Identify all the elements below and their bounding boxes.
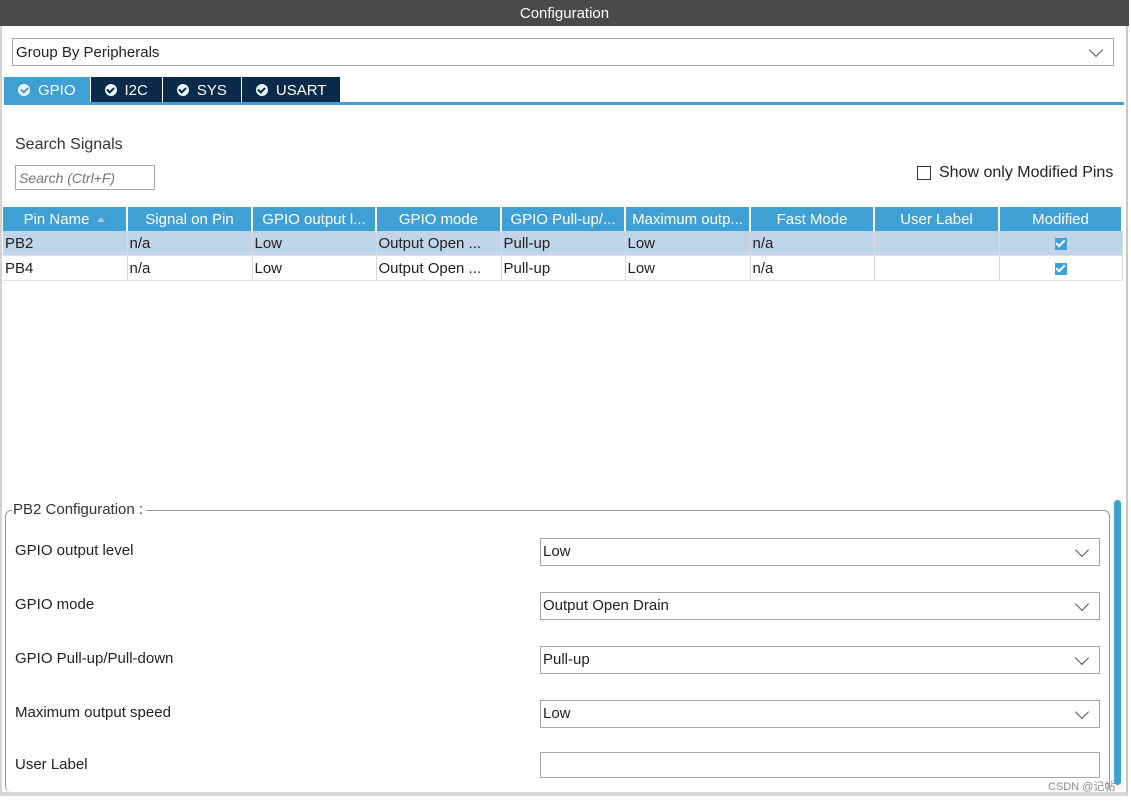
cell-mode: Output Open ... (376, 231, 502, 256)
cell-user-label (874, 255, 1000, 281)
table-row[interactable]: PB2 n/a Low Output Open ... Pull-up Low … (3, 231, 1123, 256)
check-circle-icon (255, 84, 268, 96)
chevron-down-icon (1074, 704, 1090, 720)
tab-usart[interactable]: USART (241, 77, 342, 103)
column-header-max-speed[interactable]: Maximum outp... (625, 207, 751, 231)
chevron-down-icon (1074, 596, 1090, 612)
pull-value: Pull-up (543, 651, 590, 668)
pull-select[interactable]: Pull-up (540, 646, 1100, 674)
table-row[interactable]: PB4 n/a Low Output Open ... Pull-up Low … (3, 255, 1123, 281)
pin-table: Pin Name Signal on Pin GPIO output l... … (3, 207, 1123, 281)
max-speed-label: Maximum output speed (15, 704, 171, 721)
max-speed-select[interactable]: Low (540, 700, 1100, 728)
cell-pull: Pull-up (501, 231, 626, 256)
cell-output-level: Low (252, 231, 377, 256)
sort-ascending-icon (97, 217, 106, 223)
cell-speed: Low (625, 255, 751, 281)
pin-configuration-title: PB2 Configuration : (12, 501, 147, 518)
cell-signal: n/a (127, 231, 253, 256)
output-level-value: Low (543, 543, 571, 560)
column-header-pull[interactable]: GPIO Pull-up/... (501, 207, 626, 231)
gpio-mode-label: GPIO mode (15, 596, 95, 613)
tab-label: USART (275, 81, 327, 99)
group-by-select[interactable]: Group By Peripherals (12, 38, 1114, 66)
cell-modified (999, 231, 1123, 256)
tab-label: SYS (196, 81, 227, 99)
chevron-down-icon (1088, 42, 1104, 58)
check-circle-icon (104, 84, 117, 96)
column-header-signal[interactable]: Signal on Pin (127, 207, 253, 231)
tab-gpio[interactable]: GPIO (4, 77, 91, 103)
cell-output-level: Low (252, 255, 377, 281)
gpio-mode-select[interactable]: Output Open Drain (540, 592, 1100, 620)
peripheral-tabs: GPIO I2C SYS USART (4, 77, 342, 103)
cell-user-label (874, 231, 1000, 256)
column-header-output-level[interactable]: GPIO output l... (252, 207, 377, 231)
cell-signal: n/a (127, 255, 253, 281)
cell-pin: PB2 (3, 231, 128, 256)
window-title: Configuration (519, 5, 610, 22)
window-titlebar: Configuration (0, 0, 1129, 26)
cell-speed: Low (625, 231, 751, 256)
tab-label: I2C (124, 81, 148, 99)
search-signals-label: Search Signals (15, 136, 123, 153)
tab-underline (4, 102, 1124, 105)
table-header-row: Pin Name Signal on Pin GPIO output l... … (3, 207, 1123, 231)
check-circle-icon (18, 84, 30, 96)
show-modified-toggle[interactable]: Show only Modified Pins (917, 164, 1113, 182)
cell-fast-mode: n/a (750, 255, 875, 281)
scrollbar-thumb[interactable] (1114, 500, 1121, 785)
column-header-modified[interactable]: Modified (999, 207, 1123, 231)
cell-pull: Pull-up (501, 255, 626, 281)
max-speed-value: Low (543, 705, 571, 722)
checkmark-icon (1054, 237, 1067, 250)
user-label-input[interactable] (540, 752, 1100, 778)
chevron-down-icon (1074, 542, 1090, 558)
cell-pin: PB4 (3, 255, 128, 281)
user-label-label: User Label (15, 756, 88, 773)
tab-sys[interactable]: SYS (162, 77, 242, 103)
column-header-pin-name[interactable]: Pin Name (3, 207, 128, 231)
cell-fast-mode: n/a (750, 231, 875, 256)
tab-label: GPIO (38, 81, 76, 99)
column-header-fast-mode[interactable]: Fast Mode (750, 207, 875, 231)
group-by-value: Group By Peripherals (16, 44, 160, 61)
column-header-user-label[interactable]: User Label (874, 207, 1000, 231)
gpio-mode-value: Output Open Drain (543, 597, 669, 614)
output-level-select[interactable]: Low (540, 538, 1100, 566)
chevron-down-icon (1074, 650, 1090, 666)
tab-i2c[interactable]: I2C (90, 77, 163, 103)
search-input[interactable] (15, 165, 155, 190)
check-circle-icon (176, 84, 189, 96)
output-level-label: GPIO output level (15, 542, 134, 559)
column-header-gpio-mode[interactable]: GPIO mode (376, 207, 502, 231)
show-modified-label: Show only Modified Pins (939, 164, 1114, 181)
watermark: CSDN @记帖 (1048, 781, 1116, 793)
checkmark-icon (1054, 262, 1067, 275)
pull-label: GPIO Pull-up/Pull-down (15, 650, 174, 667)
cell-modified (999, 255, 1123, 281)
cell-mode: Output Open ... (376, 255, 502, 281)
show-modified-checkbox[interactable] (917, 166, 931, 180)
